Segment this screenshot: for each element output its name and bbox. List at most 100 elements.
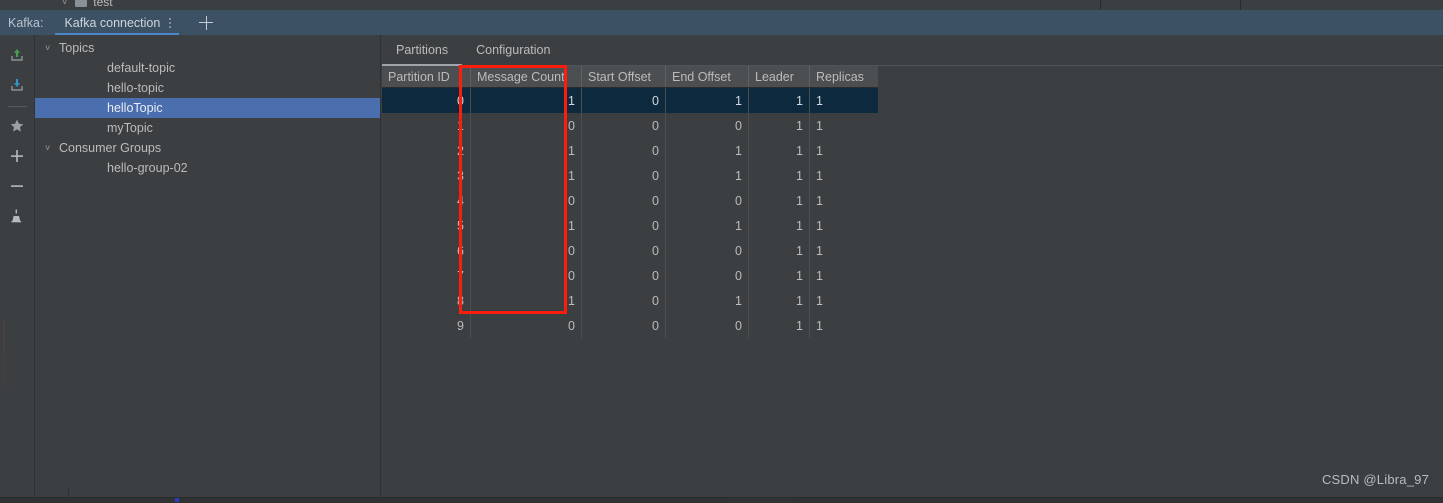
column-header-end-offset[interactable]: End Offset [665,66,749,88]
tree-item-hello-group-02[interactable]: hello-group-02 [35,158,380,178]
cell-end-offset: 1 [665,163,749,188]
tree-item-label: helloTopic [107,101,163,115]
cell-replicas: 1 [816,193,823,208]
cell-start-offset: 0 [581,213,666,238]
tab-configuration-label: Configuration [476,43,551,57]
tree-item-consumer-groups[interactable]: ˅ Consumer Groups [35,138,380,158]
cell-end-offset: 1 [665,213,749,238]
watermark-label: CSDN @Libra_97 [1321,472,1429,487]
left-toolbar-rail [0,35,35,503]
cell-leader: 1 [748,113,810,138]
cell-start-offset: 0 [581,138,666,163]
data-source-icon[interactable] [4,203,30,229]
cell-partition-id: 5 [382,213,471,238]
cell-replicas: 1 [816,243,823,258]
tabbar-prefix-label: Kafka: [8,15,44,30]
kafka-tabbar: Kafka: Kafka connection [0,10,1443,35]
cell-partition-id: 6 [382,238,471,263]
cell-replicas: 1 [816,143,823,158]
cell-end-offset: 1 [665,87,749,113]
cell-message-count: 1 [470,213,582,238]
add-icon[interactable] [4,143,30,169]
cell-leader: 1 [748,263,810,288]
tree-item-mytopic[interactable]: myTopic [35,118,380,138]
table-row[interactable]: 510111 [382,213,878,238]
bottom-divider-vertical [68,488,69,497]
column-header-replicas[interactable]: Replicas [809,66,878,88]
column-header-start-offset[interactable]: Start Offset [581,66,666,88]
table-row[interactable]: 400011 [382,188,878,213]
tab-partitions-label: Partitions [396,43,449,57]
cell-replicas: 1 [816,168,823,183]
more-vertical-icon[interactable] [169,17,172,28]
cell-message-count: 0 [470,313,582,338]
chevron-down-icon[interactable]: ˅ [45,143,59,153]
cell-partition-id: 3 [382,163,471,188]
cell-message-count: 1 [470,163,582,188]
top-strip-divider-1 [1100,0,1101,10]
tab-kafka-connection-label: Kafka connection [64,15,161,30]
bottom-strip-segment [727,498,794,503]
chevron-down-icon[interactable]: ˅ [45,43,59,53]
table-row[interactable]: 100011 [382,113,878,138]
tree-item-hellotopic[interactable]: helloTopic [35,98,380,118]
top-tree-row-label: test [93,0,113,9]
column-header-partition-id[interactable]: Partition ID [382,66,471,88]
cell-start-offset: 0 [581,238,666,263]
top-tree-row[interactable]: ˅ test [0,0,1100,10]
table-header-row: Partition ID Message Count Start Offset … [382,66,878,88]
cell-leader: 1 [748,188,810,213]
remove-icon[interactable] [4,173,30,199]
table-row[interactable]: 700011 [382,263,878,288]
tree-item-label: Topics [59,41,95,55]
column-header-leader[interactable]: Leader [748,66,810,88]
cell-start-offset: 0 [581,313,666,338]
cell-replicas: 1 [816,118,823,133]
cell-partition-id: 7 [382,263,471,288]
cell-end-offset: 0 [665,313,749,338]
detail-tabs: Partitions Configuration [382,35,1443,66]
tree-item-default-topic[interactable]: default-topic [35,58,380,78]
bottom-strip-marker [175,498,179,502]
partitions-table-wrapper: Partition ID Message Count Start Offset … [382,65,1443,338]
cell-end-offset: 0 [665,113,749,138]
bottom-status-strip [0,497,1443,503]
table-row[interactable]: 810111 [382,288,878,313]
cell-leader: 1 [748,238,810,263]
table-row[interactable]: 600011 [382,238,878,263]
tree-item-hello-topic[interactable]: hello-topic [35,78,380,98]
app-window: ˅ test Kafka: Kafka connection ˅ Topics … [0,0,1443,503]
cell-message-count: 0 [470,263,582,288]
cell-leader: 1 [748,87,810,113]
cell-leader: 1 [748,313,810,338]
tree-item-label: hello-topic [107,81,164,95]
cell-partition-id: 4 [382,188,471,213]
cell-partition-id: 8 [382,288,471,313]
cell-replicas: 1 [816,318,823,333]
cell-replicas: 1 [816,268,823,283]
tree-item-topics[interactable]: ˅ Topics [35,38,380,58]
export-icon[interactable] [4,72,30,98]
kafka-object-tree: ˅ Topics default-topic hello-topic helloTopi… [35,35,381,503]
chevron-down-icon[interactable]: ˅ [62,0,67,7]
rail-scroll-marker [3,320,5,390]
table-row[interactable]: 010111 [382,87,878,113]
cell-start-offset: 0 [581,87,666,113]
cell-end-offset: 0 [665,238,749,263]
tab-configuration[interactable]: Configuration [462,35,564,65]
cell-end-offset: 1 [665,138,749,163]
cell-start-offset: 0 [581,163,666,188]
tab-partitions[interactable]: Partitions [382,35,463,66]
cell-start-offset: 0 [581,288,666,313]
table-row[interactable]: 900011 [382,313,878,338]
table-row[interactable]: 310111 [382,163,878,188]
cell-message-count: 0 [470,113,582,138]
plus-icon[interactable] [195,12,217,34]
tab-kafka-connection[interactable]: Kafka connection [55,10,180,35]
import-icon[interactable] [4,42,30,68]
column-header-message-count[interactable]: Message Count [470,66,582,88]
cell-start-offset: 0 [581,113,666,138]
favorite-star-icon[interactable] [4,113,30,139]
cell-message-count: 0 [470,238,582,263]
table-row[interactable]: 210111 [382,138,878,163]
